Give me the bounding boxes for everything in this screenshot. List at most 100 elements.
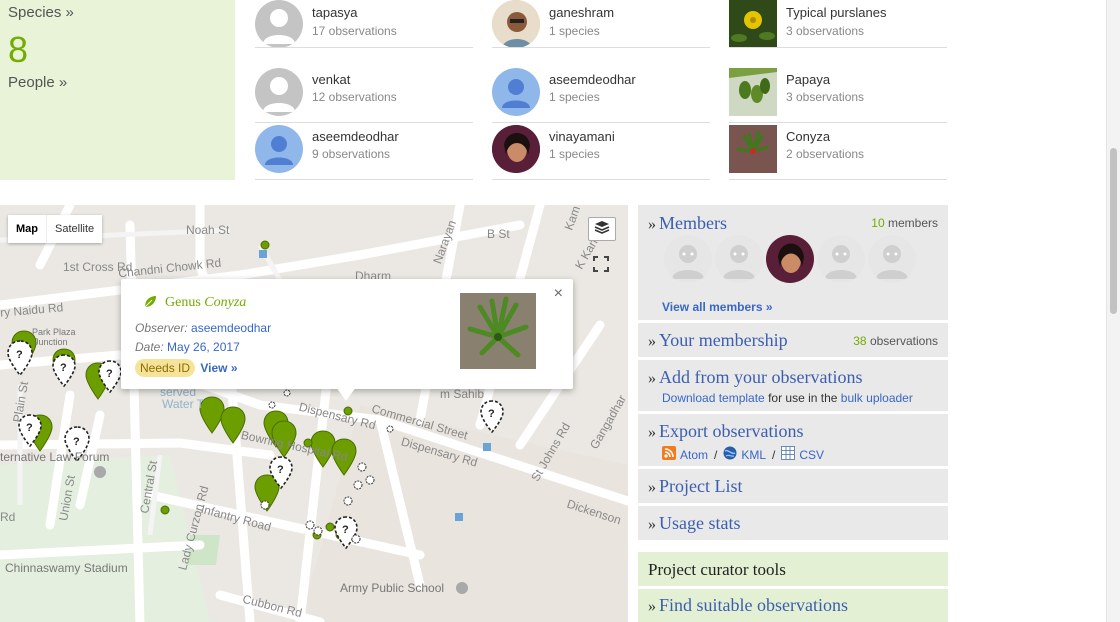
observer-name[interactable]: vinayamani — [549, 129, 615, 144]
map-type-map-button[interactable]: Map — [8, 215, 46, 243]
species-link[interactable]: Species » — [8, 4, 74, 21]
download-template-link[interactable]: Download template — [662, 391, 765, 405]
observations-map[interactable]: ??? ??? ?? Noah St 1st Cross Rd Chandni … — [0, 205, 628, 622]
observer-name[interactable]: tapasya — [312, 5, 358, 20]
place-label: Army Public School — [340, 581, 445, 595]
avatar[interactable] — [492, 125, 540, 173]
map-type-satellite-button[interactable]: Satellite — [46, 215, 102, 243]
list-item[interactable]: Conyza 2 observations — [729, 123, 947, 180]
fullscreen-button[interactable] — [593, 256, 609, 277]
scrollbar-thumb[interactable] — [1110, 148, 1117, 314]
species-name[interactable]: Typical purslanes — [786, 5, 886, 20]
export-observations-link[interactable]: » Export observations — [648, 421, 803, 442]
popup-view-link[interactable]: View » — [200, 361, 237, 375]
csv-export-link[interactable]: CSV — [799, 448, 824, 462]
popup-taxon-link[interactable]: Genus Conyza — [165, 295, 246, 311]
street-label: Noah St — [186, 223, 230, 237]
observation-popup: Genus Conyza Observer: aseemdeodhar Date… — [121, 279, 573, 401]
list-item[interactable]: aseemdeodhar 1 species — [492, 66, 710, 123]
add-from-section: » Add from your observations Download tem… — [638, 360, 948, 411]
layers-icon — [594, 220, 610, 239]
species-name[interactable]: Papaya — [786, 72, 830, 87]
member-avatar[interactable] — [817, 235, 865, 283]
popup-observer-link[interactable]: aseemdeodhar — [191, 321, 271, 335]
add-from-observations-link[interactable]: » Add from your observations — [648, 367, 862, 388]
observer-name[interactable]: aseemdeodhar — [312, 129, 399, 144]
popup-status-row: Needs ID View » — [135, 359, 238, 377]
observer-count: 9 observations — [312, 147, 391, 161]
list-item[interactable]: ganeshram 1 species — [492, 0, 710, 48]
popup-photo[interactable] — [460, 293, 536, 369]
member-avatar[interactable] — [664, 235, 712, 283]
bulk-upload-row: Download template for use in the bulk up… — [662, 391, 913, 405]
divider — [729, 47, 947, 48]
member-avatar[interactable] — [766, 235, 814, 283]
svg-text:?: ? — [106, 368, 113, 380]
page-scrollbar[interactable] — [1106, 0, 1120, 622]
popup-date-link[interactable]: May 26, 2017 — [167, 340, 240, 354]
species-photo[interactable] — [729, 125, 777, 173]
kml-export-link[interactable]: KML — [741, 448, 766, 462]
view-all-members-link[interactable]: View all members » — [662, 300, 773, 314]
membership-count: 38 observations — [853, 334, 938, 348]
project-list-section: » Project List — [638, 469, 948, 503]
people-count: 8 — [8, 29, 29, 70]
curator-tools-header: Project curator tools — [638, 552, 948, 586]
rss-icon — [662, 446, 676, 463]
map-type-control[interactable]: Map Satellite — [8, 215, 103, 243]
avatar[interactable] — [492, 68, 540, 116]
project-list-link[interactable]: » Project List — [648, 476, 743, 497]
list-item[interactable]: Typical purslanes 3 observations — [729, 0, 947, 48]
svg-text:?: ? — [26, 422, 33, 434]
your-membership-link[interactable]: » Your membership — [648, 330, 788, 351]
species-photo[interactable] — [729, 68, 777, 116]
export-section: » Export observations Atom / KML / CSV — [638, 414, 948, 466]
divider — [729, 179, 947, 180]
species-name[interactable]: Conyza — [786, 129, 830, 144]
avatar[interactable] — [255, 68, 303, 116]
observer-name[interactable]: venkat — [312, 72, 350, 87]
svg-text:?: ? — [60, 362, 67, 374]
popup-observer-row: Observer: aseemdeodhar — [135, 321, 272, 335]
usage-stats-link[interactable]: » Usage stats — [648, 513, 740, 534]
observer-name[interactable]: ganeshram — [549, 5, 614, 20]
list-item[interactable]: venkat 12 observations — [255, 66, 473, 123]
leaf-icon — [143, 295, 157, 314]
curator-tools-title: Project curator tools — [648, 560, 786, 579]
export-formats: Atom / KML / CSV — [662, 446, 824, 463]
avatar[interactable] — [492, 0, 540, 48]
observer-name[interactable]: aseemdeodhar — [549, 72, 636, 87]
bulk-uploader-link[interactable]: bulk uploader — [841, 391, 913, 405]
popup-tail — [336, 387, 356, 401]
list-item[interactable]: aseemdeodhar 9 observations — [255, 123, 473, 180]
layers-button[interactable] — [588, 217, 616, 241]
avatar[interactable] — [255, 125, 303, 173]
species-count: 3 observations — [786, 24, 865, 38]
divider — [492, 179, 710, 180]
svg-text:?: ? — [277, 464, 284, 476]
list-item[interactable]: vinayamani 1 species — [492, 123, 710, 180]
species-count: 3 observations — [786, 90, 865, 104]
people-link[interactable]: People » — [8, 74, 67, 91]
popup-date-row: Date: May 26, 2017 — [135, 340, 240, 354]
member-avatar[interactable] — [715, 235, 763, 283]
observer-count: 1 species — [549, 147, 600, 161]
membership-section: » Your membership 38 observations — [638, 323, 948, 357]
place-label: Water T — [162, 397, 205, 411]
globe-icon — [723, 446, 737, 463]
divider — [255, 47, 473, 48]
find-suitable-section: » Find suitable observations — [638, 589, 948, 622]
species-photo[interactable] — [729, 0, 777, 48]
popup-close-button[interactable]: × — [554, 285, 563, 303]
list-item[interactable]: tapasya 17 observations — [255, 0, 473, 48]
street-label: m Sahib — [440, 387, 485, 401]
avatar[interactable] — [255, 0, 303, 48]
member-avatar[interactable] — [868, 235, 916, 283]
atom-export-link[interactable]: Atom — [680, 448, 708, 462]
members-link[interactable]: » Members — [648, 213, 727, 234]
find-suitable-observations-link[interactable]: » Find suitable observations — [648, 595, 848, 616]
street-label: B St — [487, 227, 510, 241]
svg-text:?: ? — [73, 436, 80, 448]
divider — [255, 179, 473, 180]
list-item[interactable]: Papaya 3 observations — [729, 66, 947, 123]
